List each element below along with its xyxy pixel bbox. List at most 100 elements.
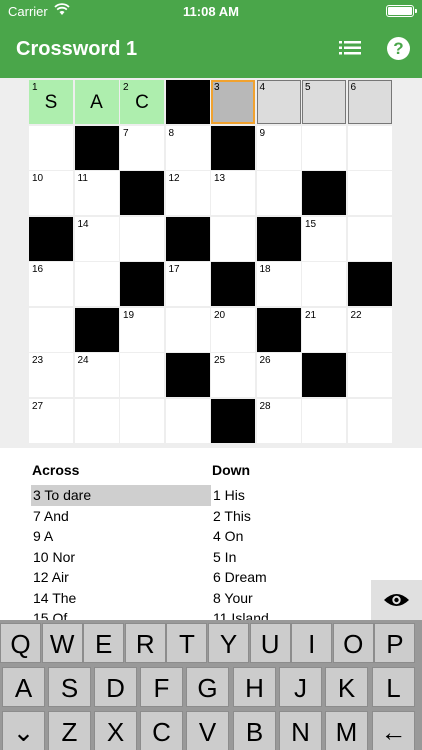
across-clue[interactable]: 9 A [31, 526, 211, 547]
down-clue[interactable]: 5 In [211, 547, 391, 568]
across-clue[interactable]: 3 To dare [31, 485, 211, 506]
grid-cell[interactable]: 6 [347, 80, 392, 124]
grid-cell[interactable] [302, 262, 346, 306]
key[interactable]: ← [372, 711, 415, 750]
grid-cell[interactable]: 26 [256, 353, 301, 397]
across-clue[interactable]: 12 Air [31, 567, 211, 588]
grid-cell[interactable]: 4 [256, 80, 301, 124]
key[interactable]: H [233, 667, 276, 707]
grid-cell[interactable]: 7 [120, 125, 164, 170]
grid-cell[interactable] [74, 262, 119, 306]
key[interactable]: S [48, 667, 91, 707]
key[interactable]: T [166, 623, 208, 663]
grid-cell[interactable]: 15 [302, 216, 346, 261]
app-header: Carrier 11:08 AM Crossword 1 ? [0, 0, 422, 78]
key[interactable]: V [186, 711, 229, 750]
grid-cell[interactable]: 27 [29, 398, 73, 443]
key[interactable]: F [140, 667, 183, 707]
grid-cell[interactable]: 10 [29, 171, 73, 215]
key[interactable]: C [140, 711, 183, 750]
down-clue[interactable]: 8 Your [211, 588, 391, 609]
reveal-button[interactable] [371, 580, 422, 620]
grid-cell[interactable]: 20 [211, 307, 255, 352]
key[interactable]: D [94, 667, 137, 707]
across-clue[interactable]: 10 Nor [31, 547, 211, 568]
across-clue[interactable]: 14 The [31, 588, 211, 609]
help-button[interactable]: ? [387, 37, 410, 60]
grid-cell[interactable] [256, 171, 301, 215]
key[interactable]: ⌄ [2, 711, 45, 750]
key[interactable]: A [2, 667, 45, 707]
key[interactable]: E [83, 623, 125, 663]
key[interactable]: W [41, 623, 83, 663]
black-cell [165, 216, 210, 261]
grid-cell[interactable]: 17 [165, 262, 210, 306]
grid-cell[interactable] [165, 398, 210, 443]
grid-cell[interactable]: 1S [29, 80, 73, 124]
key[interactable]: Q [0, 623, 41, 663]
grid-cell[interactable] [302, 125, 346, 170]
grid-cell[interactable] [302, 398, 346, 443]
grid-cell[interactable] [347, 171, 392, 215]
grid-cell[interactable] [74, 398, 119, 443]
grid-cell[interactable]: 18 [256, 262, 301, 306]
key[interactable]: I [291, 623, 333, 663]
key[interactable]: U [249, 623, 291, 663]
grid-cell[interactable]: 28 [256, 398, 301, 443]
across-clue[interactable]: 15 Of [31, 608, 211, 620]
grid-cell[interactable]: 23 [29, 353, 73, 397]
grid-cell[interactable]: 22 [347, 307, 392, 352]
cell-number: 8 [168, 127, 175, 139]
key[interactable]: R [124, 623, 166, 663]
grid-cell[interactable] [347, 125, 392, 170]
grid-cell[interactable] [347, 353, 392, 397]
key[interactable]: X [94, 711, 137, 750]
key[interactable]: J [279, 667, 322, 707]
grid-cell[interactable] [29, 307, 73, 352]
cell-number: 5 [305, 82, 311, 93]
grid-cell[interactable]: 24 [74, 353, 119, 397]
down-clue[interactable]: 11 Island [211, 608, 391, 620]
key[interactable]: Z [48, 711, 91, 750]
grid-cell[interactable]: 11 [74, 171, 119, 215]
grid-cell[interactable] [29, 125, 73, 170]
key[interactable]: N [279, 711, 322, 750]
down-clue[interactable]: 4 On [211, 526, 391, 547]
grid-cell[interactable]: 3 [211, 80, 255, 124]
grid-cell[interactable] [347, 216, 392, 261]
key[interactable]: P [374, 623, 416, 663]
key[interactable]: L [372, 667, 415, 707]
key[interactable]: O [332, 623, 374, 663]
key[interactable]: K [325, 667, 368, 707]
across-clue[interactable]: 7 And [31, 506, 211, 527]
grid-cell[interactable]: 2C [120, 80, 164, 124]
grid-cell[interactable]: 21 [302, 307, 346, 352]
grid-cell[interactable]: 25 [211, 353, 255, 397]
grid-cell[interactable] [120, 353, 164, 397]
list-icon[interactable] [338, 38, 362, 58]
grid-cell[interactable]: 19 [120, 307, 164, 352]
grid-cell[interactable] [120, 216, 164, 261]
key[interactable]: G [186, 667, 229, 707]
grid-cell[interactable] [211, 216, 255, 261]
cell-number: 11 [77, 173, 88, 184]
grid-cell[interactable]: A [74, 80, 119, 124]
grid-cell[interactable]: 14 [74, 216, 119, 261]
key[interactable]: M [325, 711, 368, 750]
down-clue[interactable]: 2 This [211, 506, 391, 527]
down-clue[interactable]: 6 Dream [211, 567, 391, 588]
grid-cell[interactable]: 13 [211, 171, 255, 215]
grid-cell[interactable] [347, 398, 392, 443]
grid-cell[interactable]: 12 [165, 171, 210, 215]
key[interactable]: Y [208, 623, 249, 663]
key[interactable]: B [233, 711, 276, 750]
grid-cell[interactable]: 9 [256, 125, 301, 170]
page-title: Crossword 1 [16, 38, 138, 60]
down-clue[interactable]: 1 His [211, 485, 391, 506]
grid-cell[interactable] [120, 398, 164, 443]
grid-cell[interactable]: 8 [165, 125, 210, 170]
grid-cell[interactable]: 5 [302, 80, 346, 124]
down-clue-list: 1 His 2 This 4 On 5 In 6 Dream 8 Your 11 Islan… [211, 485, 391, 620]
grid-cell[interactable]: 16 [29, 262, 73, 306]
grid-cell[interactable] [165, 307, 210, 352]
